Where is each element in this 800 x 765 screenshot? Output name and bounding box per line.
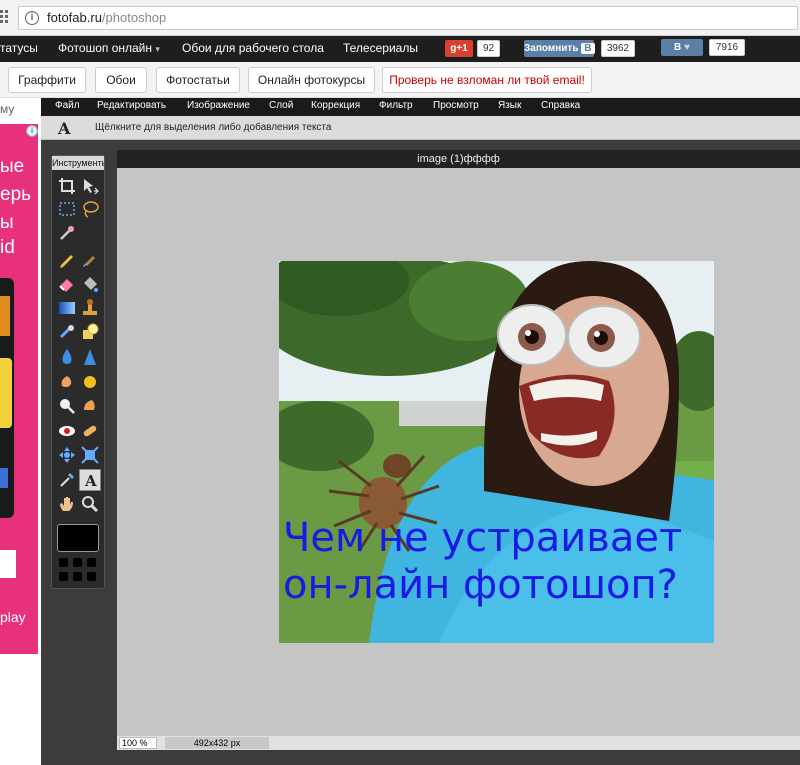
menu-layer[interactable]: Слой: [269, 100, 293, 111]
burn-tool-icon[interactable]: [80, 396, 100, 416]
hand-tool-icon[interactable]: [57, 494, 77, 514]
menu-help[interactable]: Справка: [541, 100, 580, 111]
move-tool-icon[interactable]: [80, 176, 100, 196]
tool-hint: Щёлкните для выделения либо добавления т…: [95, 122, 332, 133]
clone-stamp-icon[interactable]: [80, 298, 100, 318]
ad-phone-image: [0, 278, 14, 518]
ad-banner[interactable]: му i ые ерь ы id play: [0, 98, 41, 658]
document-title[interactable]: image (1)фффф: [117, 150, 800, 168]
paint-bucket-icon[interactable]: [80, 274, 100, 294]
magic-wand-icon[interactable]: [57, 223, 77, 243]
svg-text:A: A: [84, 472, 97, 490]
caption-line: он-лайн фотошоп?: [283, 562, 678, 608]
adchoices-icon[interactable]: i: [26, 125, 38, 137]
zoom-tool-icon[interactable]: [80, 494, 100, 514]
vk-logo-icon: В: [581, 43, 595, 54]
url-field[interactable]: i fotofab.ru/photoshop: [18, 6, 798, 30]
palette-grid-icon[interactable]: [57, 556, 99, 584]
ad-text: play: [0, 609, 26, 625]
vk-remember-button[interactable]: Запомнить В: [524, 40, 595, 57]
nav-item-wallpapers[interactable]: Обои для рабочего стола: [182, 41, 324, 55]
gplus-button[interactable]: g+1: [445, 40, 473, 57]
nav-item-photoshop-online[interactable]: Фотошоп онлайн ▾: [58, 41, 160, 55]
nav-item-statuses[interactable]: татусы: [0, 41, 38, 55]
ad-text: ы: [0, 212, 14, 233]
eraser-tool-icon[interactable]: [57, 274, 77, 294]
sponge-tool-icon[interactable]: [80, 372, 100, 392]
menu-image[interactable]: Изображение: [187, 100, 250, 111]
color-swatch[interactable]: [57, 524, 99, 552]
red-eye-tool-icon[interactable]: [57, 421, 77, 441]
zoom-input[interactable]: 100 %: [119, 737, 157, 749]
menu-language[interactable]: Язык: [498, 100, 521, 111]
toolbox-title: Инструменты: [52, 156, 104, 170]
caption-line: Чем не устраивает: [283, 515, 683, 561]
sharpen-tool-icon[interactable]: [80, 347, 100, 367]
status-bar: 100 % 492x432 px: [117, 736, 800, 750]
image-size: 492x432 px: [165, 737, 269, 749]
online-courses-button[interactable]: Онлайн фотокурсы: [248, 67, 375, 93]
chevron-down-icon: ▾: [155, 44, 160, 54]
spot-heal-icon[interactable]: [80, 421, 100, 441]
browser-address-bar: i fotofab.ru/photoshop: [0, 0, 800, 36]
brush-tool-icon[interactable]: [80, 249, 100, 269]
text-tool-icon: A: [58, 119, 71, 138]
drawing-tool-icon[interactable]: [80, 322, 100, 342]
color-picker-icon[interactable]: [57, 470, 77, 490]
color-replace-icon[interactable]: [57, 322, 77, 342]
menu-filter[interactable]: Фильтр: [379, 100, 413, 111]
vk-remember-count: 3962: [601, 40, 635, 57]
tool-options-bar: A Щёлкните для выделения либо добавления…: [41, 116, 800, 140]
menu-view[interactable]: Просмотр: [433, 100, 479, 111]
menu-edit[interactable]: Редактировать: [97, 100, 166, 111]
dodge-tool-icon[interactable]: [57, 396, 77, 416]
gradient-tool-icon[interactable]: [57, 298, 77, 318]
ad-text: id: [0, 237, 15, 258]
gplus-count: 92: [477, 40, 500, 57]
pinch-tool-icon[interactable]: [80, 445, 100, 465]
email-check-button[interactable]: Проверь не взломан ли твой email!: [382, 67, 592, 93]
wallpapers-button[interactable]: Обои: [95, 67, 147, 93]
ad-box: [0, 550, 16, 578]
ad-text: ерь: [0, 184, 32, 205]
pencil-tool-icon[interactable]: [57, 249, 77, 269]
caption-text-layer[interactable]: Чем не устраивает он-лайн фотошоп?: [283, 515, 682, 609]
toolbox-panel: Инструменты A: [51, 155, 105, 589]
vk-like-button[interactable]: В ♥: [661, 39, 703, 56]
editor-menubar: Файл Редактировать Изображение Слой Корр…: [41, 98, 800, 116]
apps-icon[interactable]: [0, 10, 12, 24]
graffiti-button[interactable]: Граффити: [8, 67, 86, 93]
vk-like-count: 7916: [709, 39, 745, 56]
lasso-tool-icon[interactable]: [80, 199, 100, 219]
text-tool-icon[interactable]: A: [79, 469, 101, 491]
nav-item-tv-series[interactable]: Телесериалы: [343, 41, 418, 55]
site-nav: татусы Фотошоп онлайн ▾ Обои для рабочег…: [0, 36, 800, 62]
ad-text: му: [0, 102, 15, 116]
heart-icon: ♥: [684, 42, 690, 53]
info-icon[interactable]: i: [25, 11, 39, 25]
url-text: fotofab.ru/photoshop: [47, 10, 167, 25]
bloat-tool-icon[interactable]: [57, 445, 77, 465]
photo-articles-button[interactable]: Фотостатьи: [156, 67, 240, 93]
menu-adjustments[interactable]: Коррекция: [311, 100, 360, 111]
vk-logo-icon: В: [674, 42, 682, 53]
blur-tool-icon[interactable]: [57, 347, 77, 367]
marquee-tool-icon[interactable]: [57, 199, 77, 219]
menu-file[interactable]: Файл: [55, 100, 80, 111]
ad-text: ые: [0, 156, 25, 177]
crop-tool-icon[interactable]: [57, 176, 77, 196]
site-subbar: Граффити Обои Фотостатьи Онлайн фотокурс…: [0, 62, 800, 98]
smudge-tool-icon[interactable]: [57, 372, 77, 392]
